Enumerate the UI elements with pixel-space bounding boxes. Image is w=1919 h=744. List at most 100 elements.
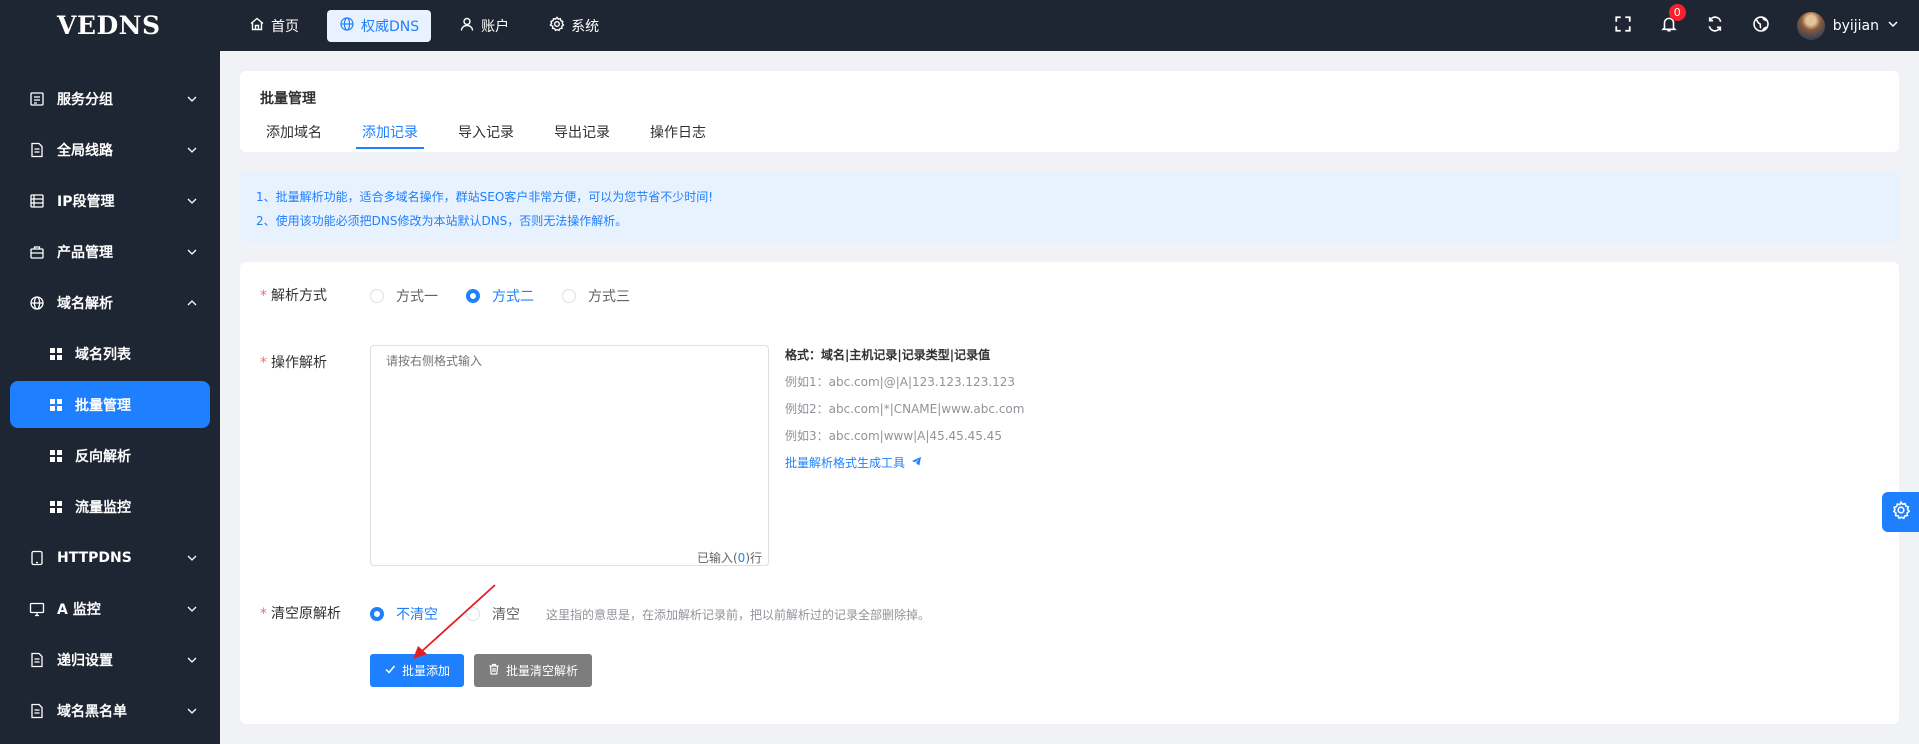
main-content: 批量管理 添加域名 添加记录 导入记录 导出记录 操作日志 1、批量解析功能，适… [220,51,1919,744]
sidebar-item-product[interactable]: 产品管理 [0,226,220,277]
sidebar-subitem-batch-management[interactable]: 批量管理 [10,381,210,428]
gear-icon [1891,500,1911,524]
trash-icon [488,663,500,678]
sidebar-subitem-label: 反向解析 [75,448,131,465]
radio-dot [466,607,480,621]
monitor-icon [29,601,45,617]
batch-add-button[interactable]: 批量添加 [370,654,465,687]
sidebar-item-recursion[interactable]: 递归设置 [0,634,220,685]
globe-icon [339,16,355,36]
format-example: 例如2：abc.com|*|CNAME|www.abc.com [785,402,1025,416]
globe-icon [29,295,45,311]
sidebar-subitem-label: 域名列表 [75,346,131,363]
clear-radio-clear[interactable]: 清空 这里指的意思是，在添加解析记录前，把以前解析过的记录全部删除掉。 [466,604,930,624]
topnav-authoritative-dns[interactable]: 权威DNS [327,9,432,42]
chevron-down-icon [187,606,197,612]
user-icon [459,16,475,36]
grid-icon [50,398,62,411]
sidebar-item-domain-resolution[interactable]: 域名解析 [0,277,220,328]
batch-form-card: *解析方式 方式一 方式二 方式三 *操作解析 已输入(0)行 格式：域名|主机… [240,262,1899,724]
refresh-icon [1706,15,1724,37]
document-icon [29,142,45,158]
radio-dot [562,289,576,303]
sidebar-item-label: 域名黑名单 [57,703,127,720]
format-example: 例如3：abc.com|www|A|45.45.45.45 [785,429,1002,443]
radio-dot [370,607,384,621]
sidebar-subitem-label: 流量监控 [75,499,131,516]
batch-clear-button[interactable]: 批量清空解析 [474,654,593,687]
refresh-button[interactable] [1705,15,1725,37]
user-menu[interactable]: byijian [1796,11,1899,40]
box-icon [29,244,45,260]
sidebar-item-label: 域名解析 [57,295,113,312]
radio-dot [370,289,384,303]
settings-float-button[interactable] [1882,492,1919,532]
app-logo[interactable]: VEDNS [0,11,220,40]
sidebar-item-service-group[interactable]: 服务分组 [0,73,220,124]
sidebar-subitem-reverse-resolution[interactable]: 反向解析 [0,430,220,481]
topnav-home[interactable]: 首页 [237,10,311,42]
sidebar-subitem-traffic-monitor[interactable]: 流量监控 [0,481,220,532]
mobile-icon [29,550,45,566]
top-bar: VEDNS 首页 权威DNS 账户 系统 0 byijian [0,0,1919,51]
sidebar-item-ip-range[interactable]: IP段管理 [0,175,220,226]
sidebar-item-domain-blacklist[interactable]: 域名黑名单 [0,685,220,736]
topnav-label: 账户 [481,18,510,35]
notice-line: 1、批量解析功能，适合多域名操作，群站SEO客户非常方便，可以为您节省不少时间! [256,190,714,204]
format-example: 例如1：abc.com|@|A|123.123.123.123 [785,375,1016,389]
grid-icon [50,347,62,360]
format-title: 格式：域名|主机记录|记录类型|记录值 [785,348,991,362]
sidebar-item-httpdns[interactable]: HTTPDNS [0,532,220,583]
format-generator-link[interactable]: 批量解析格式生成工具 [785,450,1024,477]
mode-radio-1[interactable]: 方式一 [370,286,438,306]
send-icon [911,450,922,477]
sidebar-subitem-label: 批量管理 [75,397,131,414]
clear-hint: 这里指的意思是，在添加解析记录前，把以前解析过的记录全部删除掉。 [546,607,931,622]
sidebar-subitem-domain-list[interactable]: 域名列表 [0,328,220,379]
sidebar-item-label: 产品管理 [57,244,113,261]
chevron-down-icon [187,555,197,561]
sidebar-item-a-monitor[interactable]: A 监控 [0,583,220,634]
records-textarea[interactable] [370,345,769,566]
tab-import-record[interactable]: 导入记录 [452,117,520,149]
gear-icon [549,15,565,36]
chevron-down-icon [187,147,197,153]
tab-add-domain[interactable]: 添加域名 [260,117,328,149]
fullscreen-button[interactable] [1613,15,1633,37]
top-right-tools: 0 byijian [1613,0,1899,51]
tab-export-record[interactable]: 导出记录 [548,117,616,149]
tab-operation-log[interactable]: 操作日志 [644,117,712,149]
sidebar-item-global-lines[interactable]: 全局线路 [0,124,220,175]
records-label: * 操作解析 [260,355,327,371]
server-group-icon [29,91,45,107]
chevron-down-icon [187,657,197,663]
fullscreen-icon [1614,15,1632,37]
tab-add-record[interactable]: 添加记录 [356,117,424,149]
sidebar-item-label: HTTPDNS [57,549,132,566]
topnav-account[interactable]: 账户 [447,10,521,42]
sidebar-item-label: 全局线路 [57,142,113,159]
language-button[interactable] [1751,15,1771,37]
topnav-label: 系统 [571,18,600,35]
topnav-label: 权威DNS [361,18,420,35]
sidebar: 服务分组 全局线路 IP段管理 产品管理 域名解析 域名列表 批量管理 反向解析… [0,51,220,744]
clear-radio-group: 不清空 清空 这里指的意思是，在添加解析记录前，把以前解析过的记录全部删除掉。 [370,604,930,624]
notification-badge: 0 [1668,3,1686,21]
topnav-system[interactable]: 系统 [537,10,611,42]
topnav-label: 首页 [271,18,299,35]
chevron-down-icon [187,249,197,255]
form-buttons: 批量添加 批量清空解析 [370,654,593,687]
format-help: 格式：域名|主机记录|记录类型|记录值 例如1：abc.com|@|A|123.… [785,342,1024,477]
chevron-down-icon [187,96,197,102]
clear-radio-keep[interactable]: 不清空 [370,604,438,624]
top-nav: 首页 权威DNS 账户 系统 [237,9,611,42]
globe-icon [1752,15,1770,37]
mode-radio-3[interactable]: 方式三 [562,286,630,306]
grid-icon [50,449,62,462]
document-icon [29,652,45,668]
tab-bar: 添加域名 添加记录 导入记录 导出记录 操作日志 [260,117,740,149]
document-icon [29,703,45,719]
mode-radio-2[interactable]: 方式二 [466,286,534,306]
notification-button[interactable]: 0 [1659,3,1686,36]
sidebar-item-label: A 监控 [57,601,101,618]
